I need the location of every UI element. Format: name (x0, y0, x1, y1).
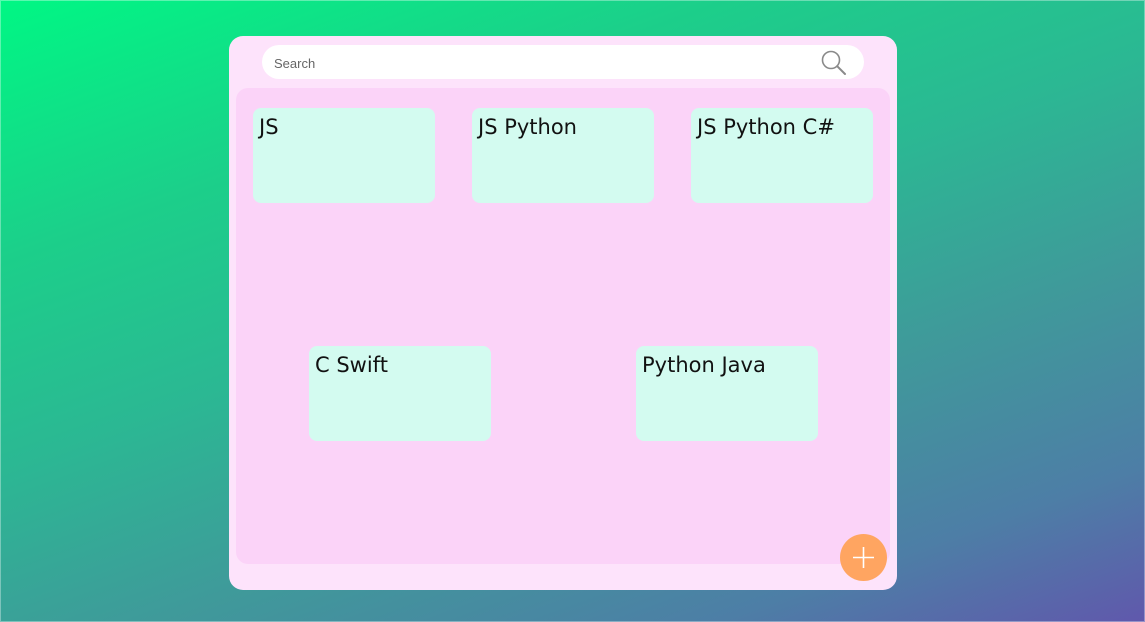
search-icon[interactable] (820, 49, 848, 77)
note-text: JS Python C# (697, 115, 835, 139)
note-card[interactable]: Python Java (636, 346, 818, 441)
note-text: JS (259, 115, 279, 139)
note-card[interactable]: C Swift (309, 346, 491, 441)
note-card[interactable]: JS Python (472, 108, 654, 203)
notes-app-panel: JS JS Python JS Python C# C Swift Python… (229, 36, 897, 590)
search-input[interactable] (272, 45, 816, 81)
note-card[interactable]: JS (253, 108, 435, 203)
note-text: Python Java (642, 353, 766, 377)
note-text: JS Python (478, 115, 577, 139)
search-bar (262, 45, 864, 81)
notes-board: JS JS Python JS Python C# C Swift Python… (236, 88, 890, 564)
note-card[interactable]: JS Python C# (691, 108, 873, 203)
note-text: C Swift (315, 353, 388, 377)
plus-icon (853, 547, 874, 568)
add-note-button[interactable] (840, 534, 887, 581)
